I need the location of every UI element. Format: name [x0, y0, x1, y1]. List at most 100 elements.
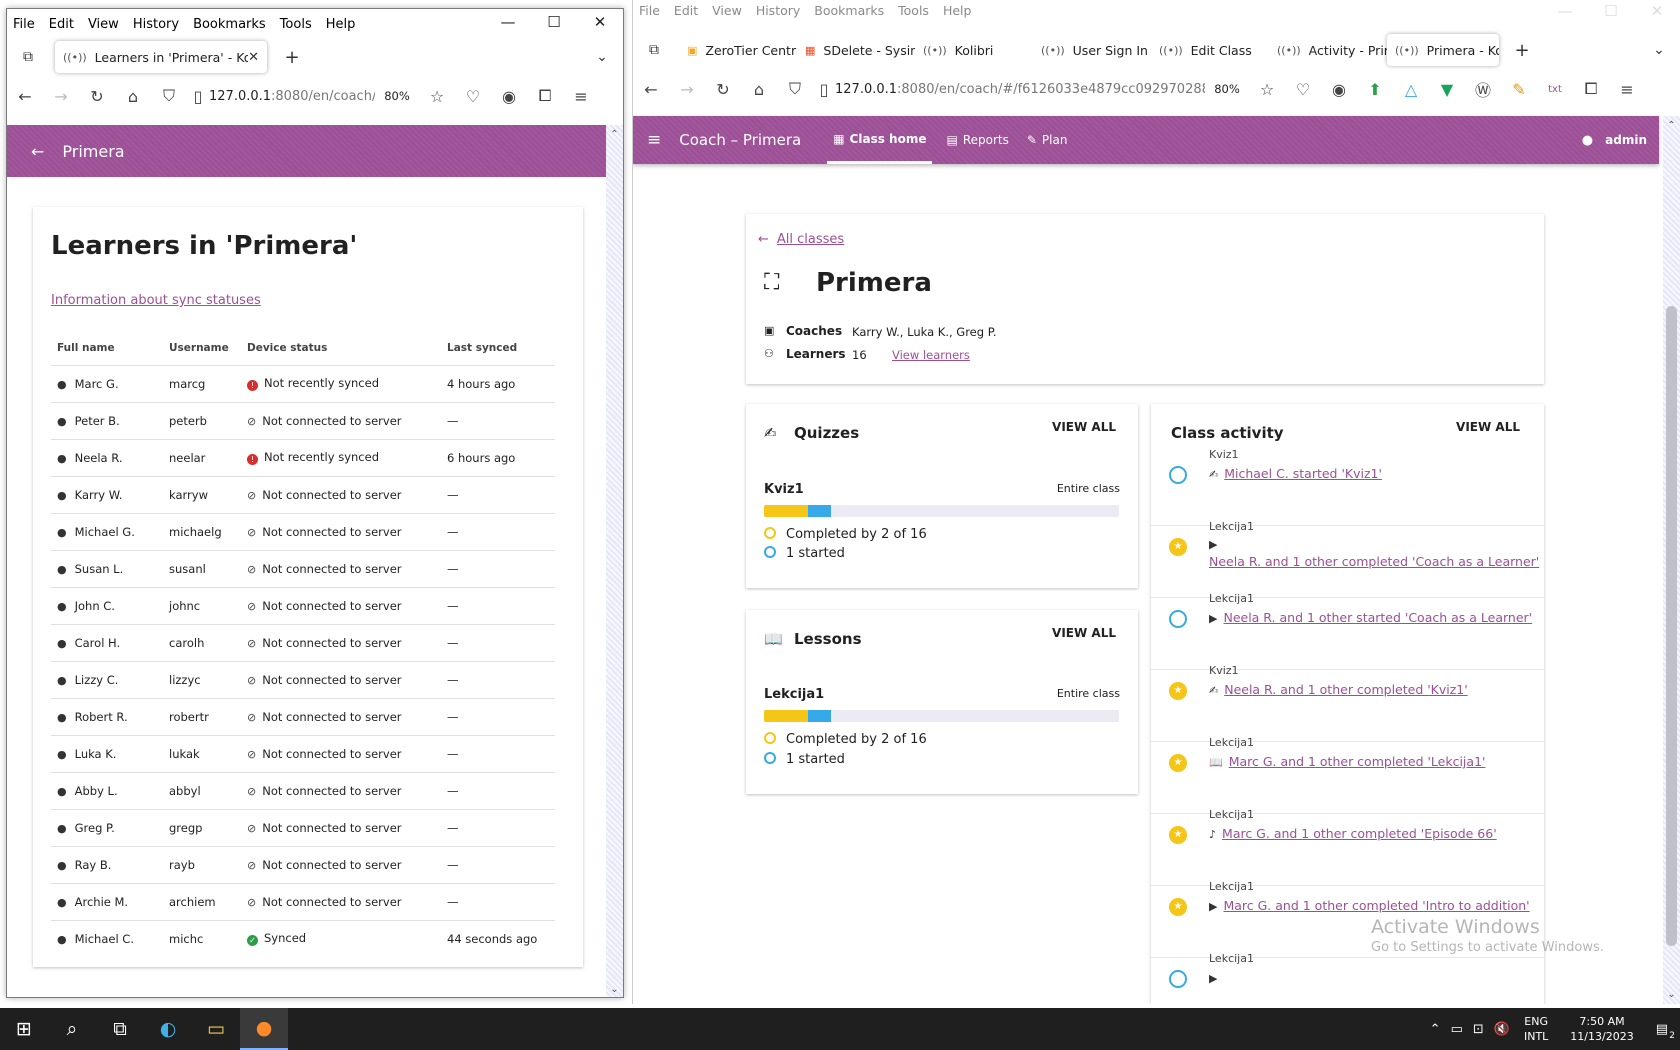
pocket-icon[interactable]: ♡ — [1285, 80, 1321, 99]
extension-v-icon[interactable]: ▼ — [1429, 80, 1465, 99]
menu-hamburger-icon[interactable]: ≡ — [647, 130, 661, 150]
star-icon[interactable]: ☆ — [419, 87, 455, 106]
language-indicator[interactable]: ENG INTL — [1524, 1014, 1548, 1044]
tab-edit-class[interactable]: ((•)) Edit Class — [1151, 34, 1269, 66]
nav-class-home[interactable]: ▦ Class home — [827, 116, 933, 164]
view-learners-link[interactable]: View learners — [892, 348, 970, 362]
extension-triangle-icon[interactable]: △ — [1393, 80, 1429, 99]
scroll-up-icon[interactable]: ⌃ — [606, 129, 623, 140]
activity-link[interactable]: ▶ Neela R. and 1 other started 'Coach as … — [1209, 610, 1532, 625]
lessons-view-all[interactable]: VIEW ALL — [1052, 626, 1116, 640]
tab-overview-icon[interactable]: ⧉ — [637, 42, 671, 58]
back-arrow-icon[interactable]: ← — [7, 87, 43, 106]
activity-link[interactable]: ✍ Michael C. started 'Kviz1' — [1209, 466, 1382, 481]
right-scrollbar[interactable]: ⌃ ⌄ — [1663, 116, 1680, 1004]
file-explorer-icon[interactable]: ▭ — [192, 1008, 240, 1050]
tab-primera[interactable]: ((•))Primera - Kol✕ — [1387, 34, 1499, 66]
lesson-item-title[interactable]: Lekcija1 — [764, 687, 824, 702]
tray-device-icon[interactable]: ▭ — [1451, 1022, 1463, 1037]
extension-arrow-icon[interactable]: ⬆ — [1357, 80, 1393, 99]
search-icon[interactable]: ⌕ — [48, 1008, 96, 1050]
quizzes-view-all[interactable]: VIEW ALL — [1052, 420, 1116, 434]
tab-user-sign-in[interactable]: ((•))User Sign In - Kol — [1033, 34, 1151, 66]
reload-icon[interactable]: ↻ — [705, 80, 741, 99]
page-info-icon[interactable]: ▯ — [813, 80, 835, 99]
menu-help[interactable]: Help — [943, 3, 972, 18]
hamburger-menu-icon[interactable]: ≡ — [563, 87, 599, 106]
menu-bookmarks[interactable]: Bookmarks — [193, 17, 266, 32]
account-icon[interactable]: ◉ — [1321, 80, 1357, 99]
all-classes-link[interactable]: ← All classes — [758, 232, 844, 247]
activity-link[interactable]: ▶ — [1209, 970, 1223, 985]
menu-view[interactable]: View — [88, 17, 119, 32]
menu-tools[interactable]: Tools — [280, 17, 312, 32]
menu-file[interactable]: File — [639, 3, 660, 18]
zoom-level[interactable]: 80% — [1205, 82, 1249, 96]
quiz-item-title[interactable]: Kviz1 — [764, 482, 804, 497]
new-tab-icon[interactable]: + — [1505, 40, 1539, 61]
back-arrow-icon[interactable]: ← — [31, 142, 44, 161]
wordpress-icon[interactable]: Ⓦ — [1465, 77, 1501, 101]
tab-kolibri[interactable]: ((•)) Kolibri — [915, 34, 1033, 66]
notification-icon[interactable]: ▤ 2 — [1656, 1022, 1675, 1041]
edge-icon[interactable]: ◐ — [144, 1008, 192, 1050]
pocket-icon[interactable]: ♡ — [455, 87, 491, 106]
user-menu[interactable]: ● admin — [1582, 133, 1647, 148]
reload-icon[interactable]: ↻ — [79, 87, 115, 106]
zoom-level[interactable]: 80% — [375, 89, 419, 103]
tab-overview-icon[interactable]: ⧉ — [11, 49, 45, 65]
home-icon[interactable]: ⌂ — [115, 87, 151, 106]
menu-edit[interactable]: Edit — [49, 17, 74, 32]
tab-list-chevron-icon[interactable]: ⌄ — [1642, 42, 1676, 58]
activity-view-all[interactable]: VIEW ALL — [1456, 420, 1520, 434]
menu-bookmarks[interactable]: Bookmarks — [814, 3, 884, 18]
address-bar[interactable]: 127.0.0.1:8080/en/coach/#/f6126033e4879c… — [835, 82, 1205, 97]
scroll-thumb[interactable] — [1666, 306, 1677, 946]
maximize-icon[interactable]: ☐ — [1588, 2, 1634, 20]
col-username[interactable]: Username — [163, 331, 241, 365]
scroll-up-icon[interactable]: ⌃ — [1663, 120, 1680, 131]
scroll-down-icon[interactable]: ⌄ — [606, 984, 623, 995]
page-info-icon[interactable]: ▯ — [187, 87, 209, 106]
new-tab-icon[interactable]: + — [275, 47, 309, 68]
menu-view[interactable]: View — [712, 3, 742, 18]
tray-chevron-icon[interactable]: ⌃ — [1430, 1022, 1441, 1037]
nav-plan[interactable]: ✎ Plan — [1027, 133, 1068, 147]
forward-arrow-icon[interactable]: → — [669, 80, 705, 99]
menu-help[interactable]: Help — [326, 17, 356, 32]
close-icon[interactable]: ✕ — [1634, 2, 1680, 20]
home-icon[interactable]: ⌂ — [741, 80, 777, 99]
clock[interactable]: 7:50 AM 11/13/2023 — [1570, 1014, 1633, 1044]
activity-link[interactable]: Neela R. and 1 other completed 'Coach as… — [1209, 554, 1539, 569]
col-device-status[interactable]: Device status — [241, 331, 441, 365]
tab-zerotier[interactable]: ▣ZeroTier Central — [679, 34, 797, 66]
minimize-icon[interactable]: — — [485, 13, 531, 31]
menu-file[interactable]: File — [13, 17, 35, 32]
tab-sdelete[interactable]: ▦SDelete - Sysinte — [797, 34, 915, 66]
windows-start-icon[interactable]: ⊞ — [0, 1008, 48, 1050]
left-scrollbar[interactable]: ⌃ ⌄ — [606, 125, 623, 997]
minimize-icon[interactable]: — — [1542, 2, 1588, 20]
star-icon[interactable]: ☆ — [1249, 80, 1285, 99]
nav-reports[interactable]: ▤ Reports — [946, 133, 1008, 147]
account-icon[interactable]: ◉ — [491, 87, 527, 106]
tab-learners[interactable]: ((•)) Learners in 'Primera' - Kolibri ✕ — [55, 41, 267, 73]
volume-muted-icon[interactable]: 🔇 — [1494, 1022, 1510, 1037]
extension-text-icon[interactable]: txt — [1537, 84, 1573, 95]
activity-link[interactable]: ♪ Marc G. and 1 other completed 'Episode … — [1209, 826, 1497, 841]
tab-list-chevron-icon[interactable]: ⌄ — [585, 49, 619, 65]
menu-history[interactable]: History — [756, 3, 800, 18]
extension-pencil-icon[interactable]: ✎ — [1501, 80, 1537, 99]
forward-arrow-icon[interactable]: → — [43, 87, 79, 106]
network-icon[interactable]: ⊡ — [1473, 1022, 1484, 1037]
close-icon[interactable]: ✕ — [577, 13, 623, 31]
address-bar[interactable]: 127.0.0.1:8080/en/coach/# — [209, 89, 375, 104]
sync-info-link[interactable]: Information about sync statuses — [51, 293, 261, 308]
tab-activity[interactable]: ((•))Activity - Primer — [1269, 34, 1387, 66]
scroll-down-icon[interactable]: ⌄ — [1663, 989, 1680, 1000]
col-full-name[interactable]: Full name — [51, 331, 163, 365]
hamburger-menu-icon[interactable]: ≡ — [1609, 80, 1645, 99]
extensions-icon[interactable]: ⧠ — [1573, 79, 1609, 99]
task-view-icon[interactable]: ⧉ — [96, 1008, 144, 1050]
firefox-icon[interactable]: ● — [240, 1008, 288, 1050]
